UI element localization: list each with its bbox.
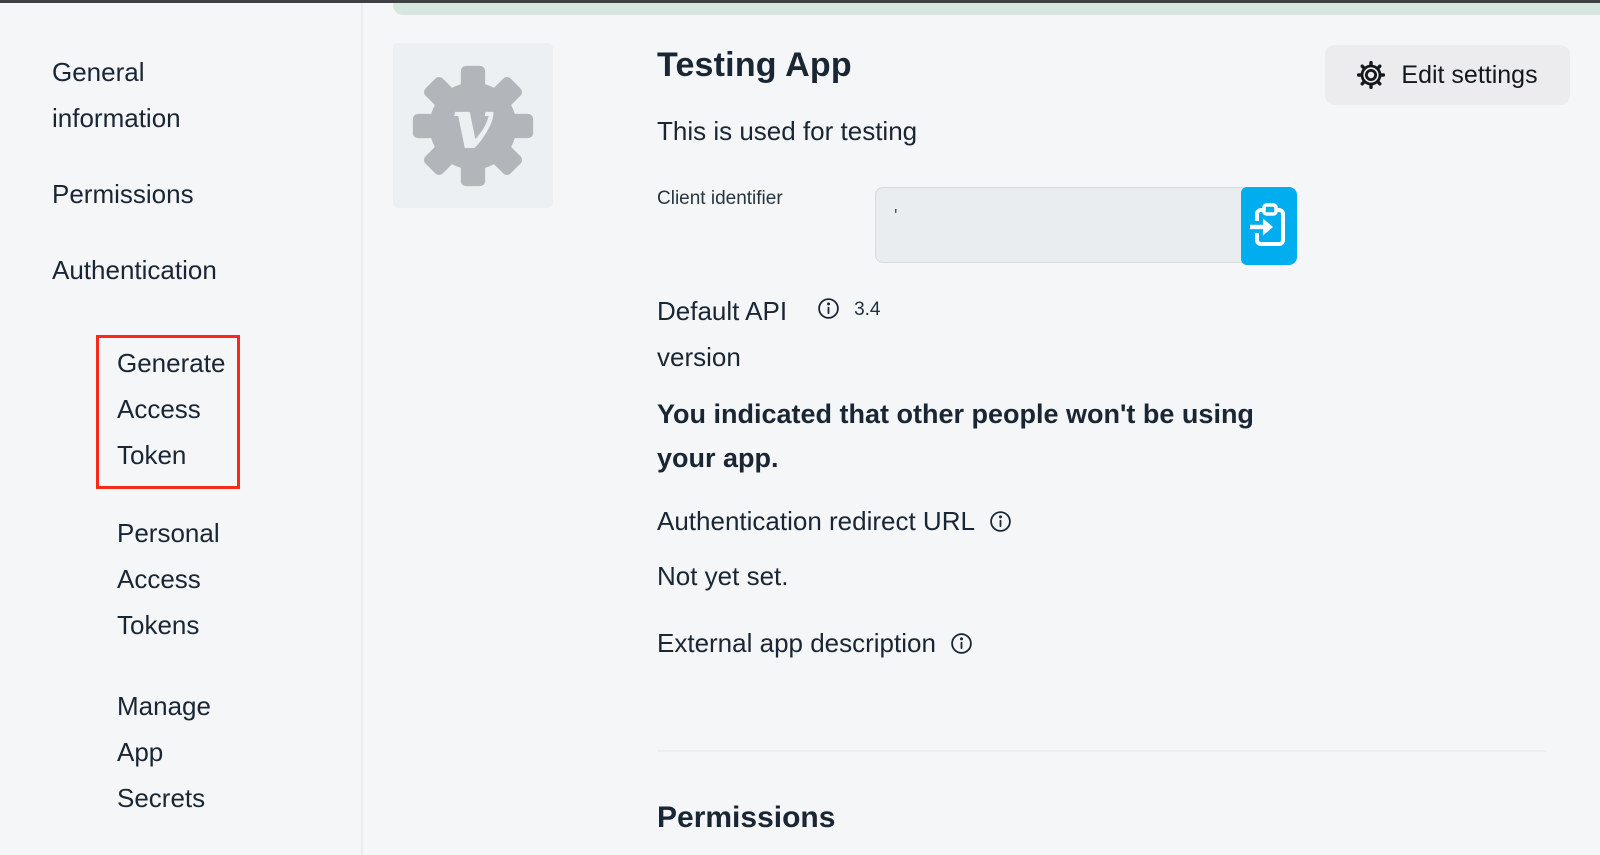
permissions-section-heading: Permissions — [657, 801, 835, 835]
app-description: This is used for testing — [657, 116, 917, 147]
sidebar-divider — [361, 3, 363, 855]
vimeo-gear-icon: v — [409, 62, 537, 190]
external-app-description-label: External app description — [657, 628, 936, 659]
app-logo: v — [393, 43, 553, 208]
external-app-description-row: External app description — [657, 628, 973, 659]
app-settings-page: General information Permissions Authenti… — [0, 0, 1600, 855]
info-icon[interactable] — [950, 632, 973, 655]
sidebar-item-personal-access-tokens[interactable]: Personal Access Tokens — [117, 510, 220, 648]
svg-text:v: v — [453, 83, 494, 164]
sidebar-item-general-information[interactable]: General information — [52, 49, 262, 141]
clipboard-arrow-icon — [1248, 202, 1290, 250]
default-api-version-label: Default API version — [657, 288, 787, 380]
copy-client-identifier-button[interactable] — [1241, 187, 1297, 265]
sidebar-item-generate-access-token[interactable]: Generate Access Token — [96, 335, 240, 489]
info-icon[interactable] — [817, 297, 840, 320]
auth-redirect-url-value: Not yet set. — [657, 561, 789, 592]
section-divider — [657, 750, 1546, 752]
sidebar-item-manage-app-secrets[interactable]: Manage App Secrets — [117, 683, 211, 821]
client-identifier-input[interactable]: ' — [875, 187, 1297, 263]
gear-icon — [1357, 61, 1385, 89]
notification-bar — [393, 3, 1600, 15]
page-title: Testing App — [657, 46, 852, 85]
default-api-version-row: Default API version 3.4 — [657, 288, 881, 380]
client-identifier-value: ' — [894, 206, 897, 227]
sidebar-item-authentication[interactable]: Authentication — [52, 247, 217, 293]
default-api-version-value: 3.4 — [854, 299, 880, 321]
edit-settings-button[interactable]: Edit settings — [1325, 45, 1570, 105]
auth-redirect-url-label: Authentication redirect URL — [657, 506, 975, 537]
app-usage-notice: You indicated that other people won't be… — [657, 392, 1254, 480]
auth-redirect-url-row: Authentication redirect URL — [657, 506, 1012, 537]
sidebar-item-permissions[interactable]: Permissions — [52, 171, 194, 217]
edit-settings-label: Edit settings — [1401, 61, 1537, 90]
client-identifier-label: Client identifier — [657, 188, 783, 210]
info-icon[interactable] — [989, 510, 1012, 533]
